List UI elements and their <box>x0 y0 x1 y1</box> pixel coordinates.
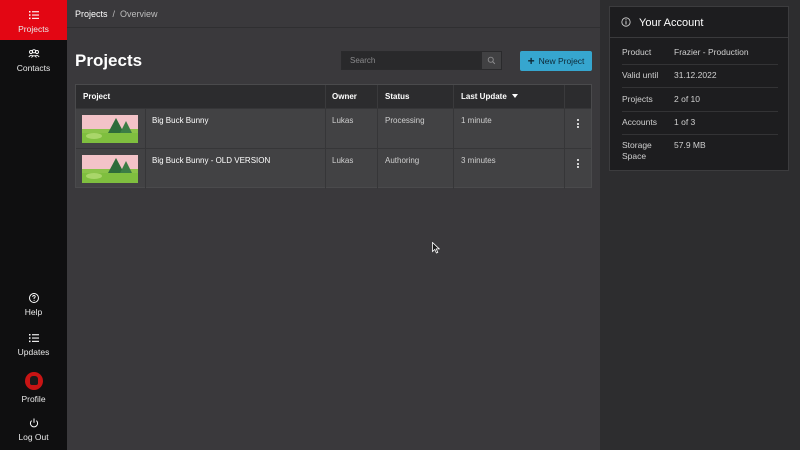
account-card: Your Account Product Frazier - Productio… <box>609 6 789 171</box>
breadcrumb-root-link[interactable]: Projects <box>75 9 108 19</box>
row-menu-icon[interactable] <box>576 159 580 171</box>
plus-icon: + <box>527 54 535 68</box>
projects-table: Project Owner Status Last Update Big Buc… <box>75 84 592 189</box>
project-last-update: 3 minutes <box>461 156 496 165</box>
new-project-label: New Project <box>538 56 585 66</box>
divider <box>622 87 778 88</box>
column-divider <box>453 149 454 189</box>
account-value-valid-until: 31.12.2022 <box>674 70 717 80</box>
column-divider <box>325 149 326 189</box>
sidebar-item-label: Updates <box>17 347 50 357</box>
column-divider <box>453 85 454 108</box>
account-card-header: Your Account <box>610 7 788 38</box>
sidebar-item-logout[interactable]: Log Out <box>0 417 67 445</box>
account-value-storage: 57.9 MB <box>674 140 706 150</box>
users-icon <box>27 49 40 58</box>
account-label-storage: Storage Space <box>622 140 652 161</box>
project-thumbnail <box>82 115 138 143</box>
table-row[interactable]: Big Buck Bunny - OLD VERSION Lukas Autho… <box>76 148 591 189</box>
account-value-product: Frazier - Production <box>674 47 749 57</box>
account-value-accounts: 1 of 3 <box>674 117 696 127</box>
sidebar-item-profile[interactable]: Profile <box>0 372 67 404</box>
account-label-projects: Projects <box>622 94 653 104</box>
column-divider <box>145 109 146 149</box>
divider <box>622 64 778 65</box>
project-status: Processing <box>385 116 425 125</box>
row-menu-icon[interactable] <box>576 119 580 131</box>
project-owner: Lukas <box>332 156 354 165</box>
sidebar-item-label: Profile <box>21 394 46 404</box>
column-divider <box>325 85 326 108</box>
help-circle-icon <box>28 293 39 303</box>
column-divider <box>377 149 378 189</box>
project-owner: Lukas <box>332 116 354 125</box>
project-last-update: 1 minute <box>461 116 492 125</box>
column-header-last-update[interactable]: Last Update <box>461 85 507 108</box>
mouse-cursor-icon <box>432 242 440 254</box>
sidebar-item-label: Help <box>24 307 43 317</box>
column-divider <box>377 85 378 108</box>
topbar: Projects / Overview <box>67 0 600 28</box>
column-header-status[interactable]: Status <box>385 85 409 108</box>
column-divider <box>453 109 454 149</box>
column-divider <box>145 149 146 189</box>
project-name[interactable]: Big Buck Bunny - OLD VERSION <box>152 156 270 165</box>
divider <box>622 111 778 112</box>
sidebar-item-contacts[interactable]: Contacts <box>0 48 67 76</box>
breadcrumb-current: Overview <box>120 9 158 19</box>
table-header: Project Owner Status Last Update <box>76 85 591 108</box>
project-name[interactable]: Big Buck Bunny <box>152 116 208 125</box>
new-project-button[interactable]: + New Project <box>520 51 592 71</box>
info-icon <box>621 17 631 27</box>
sidebar-item-label: Log Out <box>18 432 49 442</box>
sidebar-item-help[interactable]: Help <box>0 292 67 318</box>
list-icon <box>28 11 39 20</box>
sidebar-item-projects[interactable]: Projects <box>0 0 67 40</box>
account-label-product: Product <box>622 47 652 57</box>
divider <box>622 134 778 135</box>
right-panel: Your Account Product Frazier - Productio… <box>600 0 800 450</box>
table-row[interactable]: Big Buck Bunny Lukas Processing 1 minute <box>76 108 591 149</box>
breadcrumb: Projects / Overview <box>75 9 158 19</box>
sidebar-item-label: Projects <box>18 24 49 34</box>
column-divider <box>564 85 565 108</box>
account-label-valid-until: Valid until <box>622 70 659 80</box>
avatar <box>24 372 43 390</box>
sidebar-item-label: Contacts <box>16 63 51 73</box>
sidebar: Projects Contacts Help Updates Profile L… <box>0 0 67 450</box>
power-icon <box>29 418 38 428</box>
column-divider <box>564 109 565 149</box>
search-button[interactable] <box>481 51 502 70</box>
column-divider <box>325 109 326 149</box>
project-status: Authoring <box>385 156 420 165</box>
column-header-owner[interactable]: Owner <box>332 85 357 108</box>
sidebar-item-updates[interactable]: Updates <box>0 332 67 358</box>
main-content: Projects / Overview Projects + New Project… <box>67 0 600 450</box>
column-header-project[interactable]: Project <box>83 85 110 108</box>
search-input[interactable] <box>341 51 481 70</box>
account-card-title: Your Account <box>639 17 704 29</box>
list-icon <box>28 334 39 343</box>
column-divider <box>564 149 565 189</box>
sort-desc-icon[interactable] <box>512 94 518 99</box>
breadcrumb-separator: / <box>112 9 116 19</box>
search-icon <box>487 56 496 65</box>
project-thumbnail <box>82 155 138 183</box>
account-value-projects: 2 of 10 <box>674 94 700 104</box>
column-divider <box>377 109 378 149</box>
account-label-accounts: Accounts <box>622 117 657 127</box>
page-title: Projects <box>75 51 143 70</box>
